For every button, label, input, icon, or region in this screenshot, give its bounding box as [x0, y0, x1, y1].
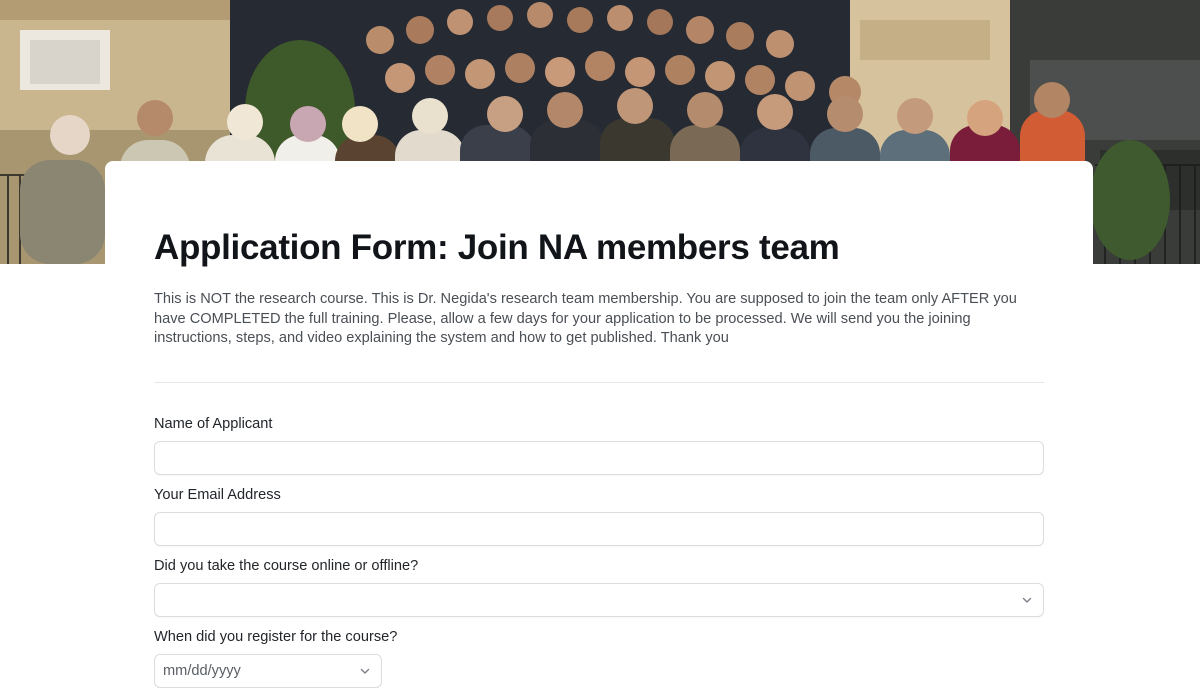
register-date-label: When did you register for the course?: [154, 629, 398, 645]
email-label: Your Email Address: [154, 487, 281, 503]
chevron-down-icon[interactable]: [1021, 594, 1033, 606]
name-input[interactable]: [155, 442, 1043, 474]
name-label: Name of Applicant: [154, 416, 273, 432]
email-field[interactable]: [154, 512, 1044, 546]
form-card: Application Form: Join NA members team T…: [105, 161, 1093, 696]
chevron-down-icon[interactable]: [359, 665, 371, 677]
section-divider: [154, 382, 1044, 383]
course-mode-select[interactable]: [154, 583, 1044, 617]
form-title: Application Form: Join NA members team: [154, 228, 840, 267]
course-mode-label: Did you take the course online or offlin…: [154, 558, 419, 574]
register-date-field[interactable]: mm/dd/yyyy: [154, 654, 382, 688]
form-description: This is NOT the research course. This is…: [154, 291, 1017, 347]
email-input[interactable]: [155, 513, 1043, 545]
register-date-placeholder: mm/dd/yyyy: [163, 663, 241, 679]
name-field[interactable]: [154, 441, 1044, 475]
